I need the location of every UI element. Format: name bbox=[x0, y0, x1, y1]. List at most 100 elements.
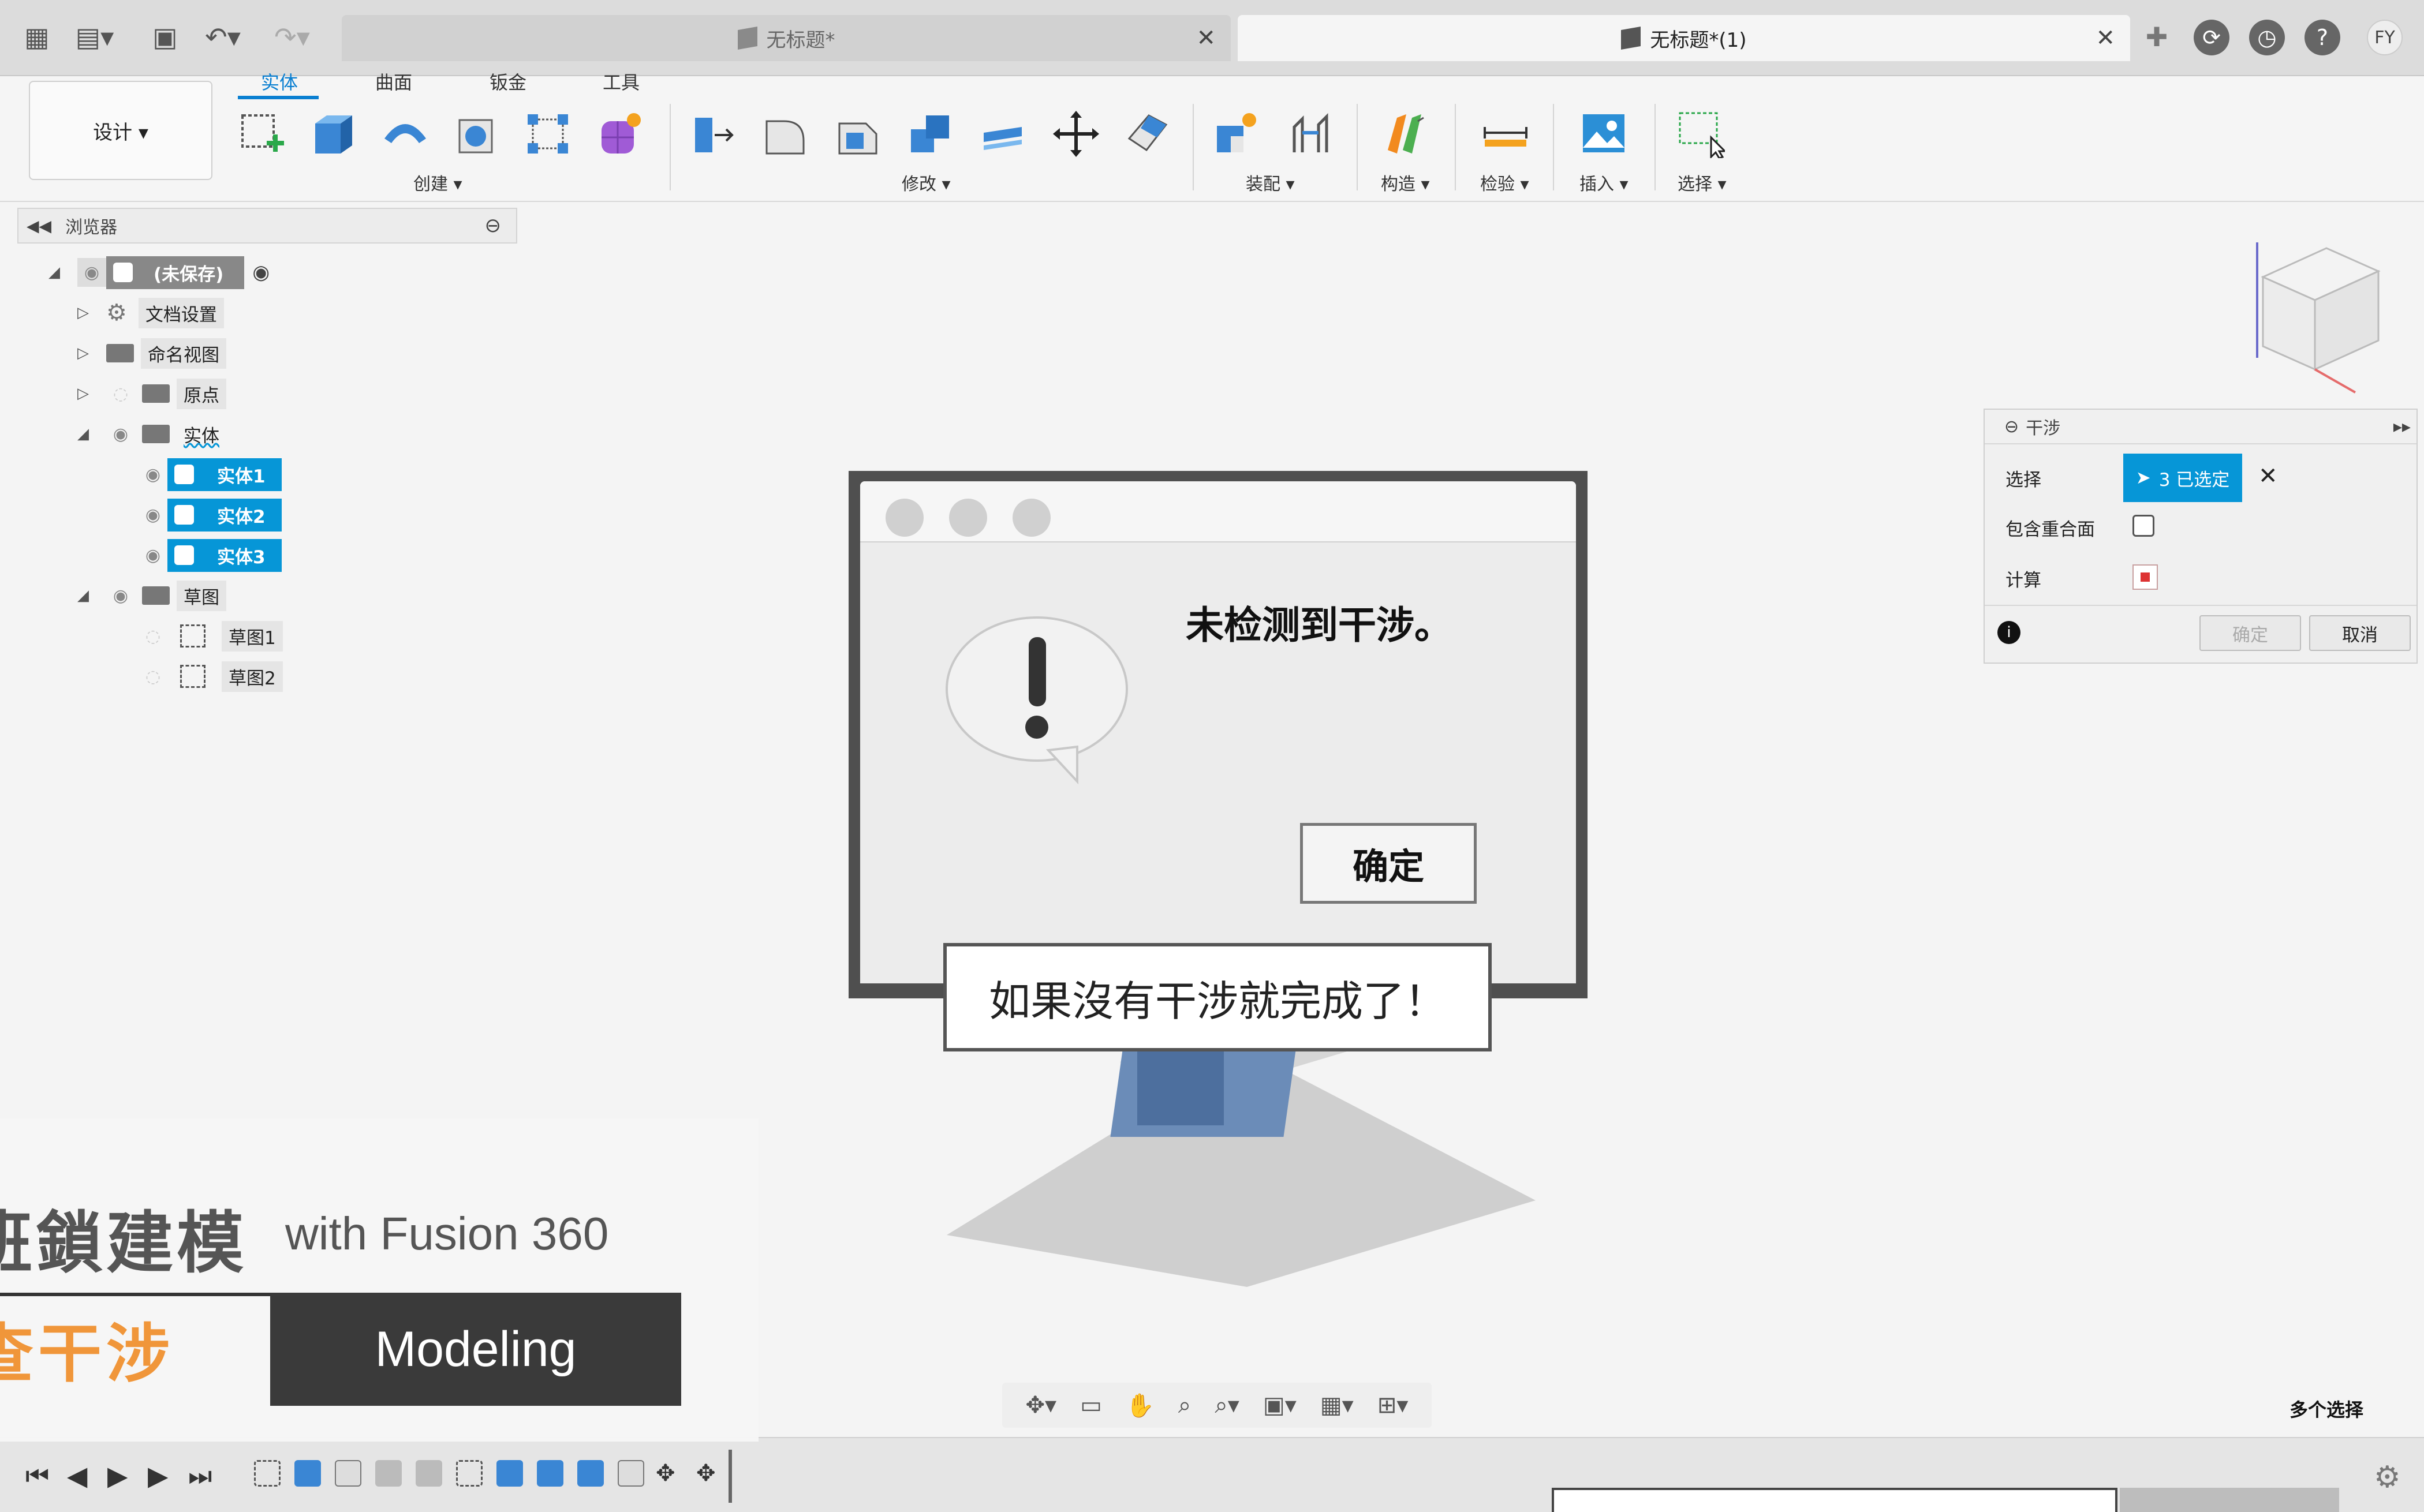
joint-icon[interactable] bbox=[1286, 110, 1335, 158]
display-settings-icon[interactable]: ▣▾ bbox=[1263, 1392, 1297, 1419]
tab-tools[interactable]: 工具 bbox=[603, 68, 640, 95]
body-node[interactable]: 实体2 bbox=[167, 498, 282, 532]
timeline-extrude-icon[interactable] bbox=[496, 1460, 523, 1487]
tree-root[interactable]: ◢ ◉ (未保存) ◉ bbox=[43, 256, 270, 289]
insert-image-icon[interactable] bbox=[1579, 110, 1628, 158]
timeline-move-icon[interactable]: ✥ bbox=[696, 1460, 716, 1487]
timeline-marker[interactable] bbox=[729, 1450, 732, 1503]
tree-body-2[interactable]: ◉ 实体2 bbox=[139, 498, 282, 532]
minimize-traffic-light[interactable] bbox=[949, 499, 987, 537]
timeline-settings-icon[interactable]: ⚙ bbox=[2374, 1460, 2401, 1495]
compute-icon[interactable] bbox=[2132, 564, 2158, 590]
root-node[interactable]: (未保存) bbox=[106, 256, 245, 289]
chamfer-icon[interactable] bbox=[834, 110, 882, 158]
group-modify[interactable]: 修改 ▾ bbox=[902, 170, 951, 195]
body-node[interactable]: 实体1 bbox=[167, 458, 282, 491]
create-sketch-icon[interactable] bbox=[238, 110, 286, 158]
offset-plane-icon[interactable] bbox=[1383, 110, 1432, 158]
tab-untitled-1[interactable]: 无标题*(1) ✕ bbox=[1238, 15, 2130, 61]
skip-start-icon[interactable]: ⏮ bbox=[25, 1460, 49, 1492]
new-tab-icon[interactable]: ✚ bbox=[2136, 16, 2178, 58]
grid-icon[interactable]: ▦▾ bbox=[1320, 1392, 1354, 1419]
shell-icon[interactable] bbox=[453, 110, 501, 158]
orbit-icon[interactable]: ✥▾ bbox=[1026, 1392, 1057, 1419]
include-coincident-checkbox[interactable] bbox=[2132, 515, 2154, 537]
tab-solid[interactable]: 实体 bbox=[261, 68, 298, 95]
minus-circle-icon[interactable]: ⊖ bbox=[485, 214, 502, 237]
expand-arrow-icon[interactable]: ◢ bbox=[72, 587, 95, 604]
tree-named-views[interactable]: ▷ 命名视图 bbox=[72, 337, 226, 369]
eye-icon[interactable]: ◉ bbox=[106, 420, 135, 448]
body-node[interactable]: 实体3 bbox=[167, 538, 282, 572]
close-icon[interactable]: ✕ bbox=[2096, 25, 2115, 51]
tree-sketch-1[interactable]: ◌ 草图1 bbox=[139, 620, 283, 652]
select-box-icon[interactable] bbox=[1676, 110, 1725, 158]
tab-sheet-metal[interactable]: 钣金 bbox=[490, 68, 526, 95]
tab-untitled[interactable]: 无标题* ✕ bbox=[342, 15, 1231, 61]
skip-end-icon[interactable]: ⏭ bbox=[188, 1460, 212, 1492]
file-menu-icon[interactable]: ▤▾ bbox=[74, 16, 115, 58]
look-at-icon[interactable]: ▭ bbox=[1080, 1392, 1102, 1419]
undo-icon[interactable]: ↶▾ bbox=[202, 16, 244, 58]
expand-arrow-icon[interactable]: ▷ bbox=[72, 304, 95, 321]
press-pull-icon[interactable] bbox=[689, 110, 738, 158]
eye-icon[interactable]: ◉ bbox=[77, 258, 106, 287]
close-traffic-light[interactable] bbox=[886, 499, 924, 537]
workspace-switcher[interactable]: 设计 ▾ bbox=[29, 81, 212, 180]
expand-arrow-icon[interactable]: ◢ bbox=[72, 425, 95, 443]
help-icon[interactable]: ? bbox=[2305, 20, 2340, 55]
timeline-fillet-icon[interactable] bbox=[618, 1460, 644, 1487]
timeline-sketch-icon[interactable] bbox=[254, 1460, 281, 1487]
eye-hidden-icon[interactable]: ◌ bbox=[106, 379, 135, 408]
timeline-joint-icon[interactable] bbox=[375, 1460, 402, 1487]
group-create[interactable]: 创建 ▾ bbox=[413, 170, 462, 195]
step-back-icon[interactable]: ◀ bbox=[67, 1460, 87, 1491]
eye-icon[interactable]: ◉ bbox=[139, 500, 167, 529]
minus-circle-icon[interactable]: ⊖ bbox=[2004, 417, 2019, 437]
redo-icon[interactable]: ↷▾ bbox=[271, 16, 313, 58]
clear-selection-icon[interactable]: ✕ bbox=[2258, 463, 2278, 489]
activate-radio-icon[interactable]: ◉ bbox=[252, 261, 270, 284]
apps-grid-icon[interactable]: ▦ bbox=[16, 16, 58, 58]
create-form-icon[interactable] bbox=[596, 110, 644, 158]
close-icon[interactable]: ✕ bbox=[1196, 25, 1216, 51]
fit-icon[interactable]: ⌕▾ bbox=[1215, 1392, 1239, 1419]
tree-doc-settings[interactable]: ▷ ⚙ 文档设置 bbox=[72, 297, 224, 329]
group-construct[interactable]: 构造 ▾ bbox=[1381, 170, 1430, 195]
job-status-icon[interactable]: ◷ bbox=[2249, 20, 2285, 55]
timeline-extrude-icon[interactable] bbox=[294, 1460, 321, 1487]
view-cube[interactable] bbox=[2240, 231, 2401, 404]
combine-icon[interactable] bbox=[906, 110, 955, 158]
extrude-icon[interactable] bbox=[309, 110, 358, 158]
eye-icon[interactable]: ◉ bbox=[106, 581, 135, 610]
info-icon[interactable]: i bbox=[1997, 621, 2020, 644]
pattern-icon[interactable] bbox=[524, 110, 573, 158]
zoom-icon[interactable]: ⌕ bbox=[1178, 1392, 1191, 1419]
tree-sketch-2[interactable]: ◌ 草图2 bbox=[139, 660, 283, 693]
extensions-icon[interactable]: ⟳ bbox=[2194, 20, 2229, 55]
group-select[interactable]: 选择 ▾ bbox=[1678, 170, 1727, 195]
tab-surface[interactable]: 曲面 bbox=[375, 68, 412, 95]
split-body-icon[interactable] bbox=[1123, 110, 1172, 158]
timeline-extrude-icon[interactable] bbox=[577, 1460, 604, 1487]
viewports-icon[interactable]: ⊞▾ bbox=[1377, 1392, 1409, 1419]
group-insert[interactable]: 插入 ▾ bbox=[1579, 170, 1629, 195]
timeline-joint-icon[interactable] bbox=[416, 1460, 442, 1487]
eye-icon[interactable]: ◉ bbox=[139, 541, 167, 570]
timeline-fillet-icon[interactable] bbox=[335, 1460, 361, 1487]
move-icon[interactable] bbox=[1052, 110, 1100, 158]
group-inspect[interactable]: 检验 ▾ bbox=[1480, 170, 1529, 195]
zoom-traffic-light[interactable] bbox=[1013, 499, 1051, 537]
offset-face-icon[interactable] bbox=[979, 110, 1028, 158]
selection-chip[interactable]: ➤ 3 已选定 bbox=[2123, 454, 2242, 502]
fillet-icon[interactable] bbox=[761, 110, 809, 158]
save-icon[interactable]: ▣ bbox=[144, 16, 186, 58]
eye-icon[interactable]: ◉ bbox=[139, 460, 167, 489]
panel-cancel-button[interactable]: 取消 bbox=[2309, 615, 2411, 651]
timeline-extrude-icon[interactable] bbox=[537, 1460, 563, 1487]
tree-sketches[interactable]: ◢ ◉ 草图 bbox=[72, 579, 226, 612]
dialog-ok-button[interactable]: 确定 bbox=[1300, 823, 1477, 904]
panel-ok-button[interactable]: 确定 bbox=[2199, 615, 2301, 651]
avatar[interactable]: FY bbox=[2367, 20, 2403, 55]
play-icon[interactable]: ▶ bbox=[107, 1460, 128, 1491]
